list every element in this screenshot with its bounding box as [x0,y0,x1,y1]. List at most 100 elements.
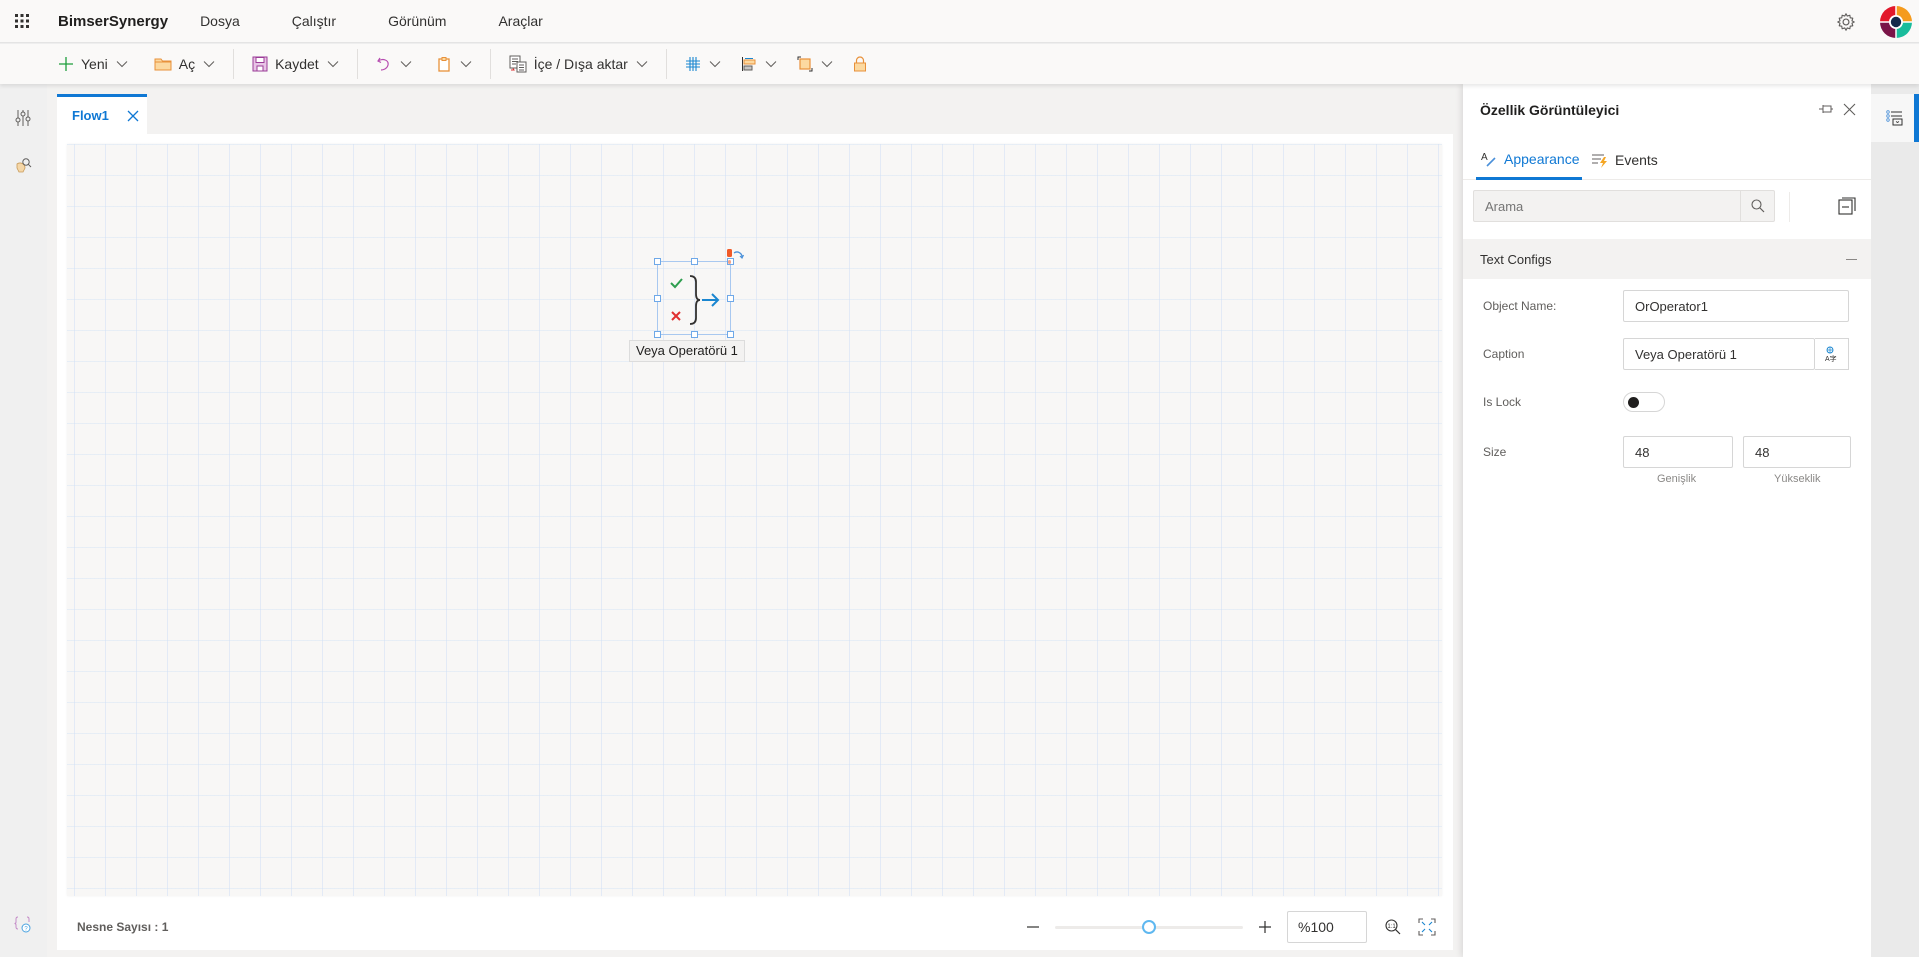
node-caption[interactable]: Veya Operatörü 1 [629,340,745,362]
panel-title: Özellik Görüntüleyici [1480,102,1620,118]
or-operator-node[interactable] [654,258,734,338]
tab-events-label: Events [1615,152,1658,168]
appearance-icon: A [1481,152,1496,167]
height-sublabel: Yükseklik [1774,473,1821,485]
or-operator-icon [670,275,720,325]
chevron-down-icon [203,61,215,68]
tab-flow1[interactable]: Flow1 [57,94,147,134]
resize-handle[interactable] [691,331,698,338]
chevron-down-icon [460,61,472,68]
flow-canvas[interactable]: Veya Operatörü 1 [67,144,1442,896]
resize-handle[interactable] [691,258,698,265]
plus-icon [59,57,73,71]
is-lock-toggle[interactable] [1623,392,1665,412]
rotate-handle-icon[interactable] [725,247,745,267]
save-button[interactable]: Kaydet [246,48,345,80]
resize-handle[interactable] [654,258,661,265]
resize-handle[interactable] [727,331,734,338]
translate-button[interactable]: A字 [1815,338,1849,370]
zoom-level-input[interactable] [1287,911,1367,943]
undo-button[interactable] [370,48,418,80]
height-input[interactable] [1743,436,1851,468]
svg-text:A字: A字 [1825,354,1837,362]
collapse-icon[interactable] [1846,259,1857,260]
toggle-knob [1628,397,1639,408]
clipboard-button[interactable] [430,48,478,80]
pin-icon[interactable] [1818,101,1834,117]
new-label: Yeni [81,56,108,72]
variables-help-icon[interactable]: ? [13,914,33,934]
align-left-icon [741,57,756,71]
property-viewer-panel: Özellik Görüntüleyici A Appearance Event… [1463,84,1871,957]
zoom-slider-thumb[interactable] [1142,920,1156,934]
width-input[interactable] [1623,436,1733,468]
property-search-input[interactable] [1474,191,1738,221]
resize-handle[interactable] [654,295,661,302]
zoom-in-button[interactable] [1253,915,1277,939]
object-name-label: Object Name: [1483,299,1557,313]
chevron-down-icon [821,61,833,68]
import-export-label: İçe / Dışa aktar [533,56,628,72]
events-icon [1592,154,1607,168]
close-icon[interactable] [127,110,139,122]
zoom-slider[interactable] [1055,915,1243,939]
undo-icon [376,57,389,71]
right-rail [1871,84,1919,957]
lock-button[interactable] [847,48,873,80]
lock-icon [853,56,866,72]
lightbulb-search-icon[interactable] [13,156,33,176]
collapse-all-icon[interactable] [1838,197,1856,215]
plus-icon [1259,921,1271,933]
object-name-input[interactable] [1623,290,1849,322]
fit-to-screen-button[interactable] [1415,915,1439,939]
caption-input[interactable] [1623,338,1815,370]
menu-calistir[interactable]: Çalıştır [292,13,336,29]
zoom-out-button[interactable] [1021,915,1045,939]
main-toolbar: Yeni Aç Kaydet İçe / Dışa aktar [0,44,1919,84]
tab-appearance[interactable]: A Appearance [1476,140,1582,180]
object-count: Nesne Sayısı : 1 [77,920,169,934]
document-tabs: Flow1 [57,94,1453,134]
is-lock-label: Is Lock [1483,395,1522,409]
open-button[interactable]: Aç [148,48,221,80]
menu-araclar[interactable]: Araçlar [498,13,542,29]
tab-events[interactable]: Events [1591,140,1658,180]
menu-gorunum[interactable]: Görünüm [388,13,446,29]
import-export-button[interactable]: İçe / Dışa aktar [503,48,654,80]
settings-gear-icon[interactable] [1835,11,1857,33]
menu-dosya[interactable]: Dosya [200,13,240,29]
user-avatar[interactable] [1879,5,1913,39]
app-launcher-button[interactable] [0,0,44,43]
resize-handle[interactable] [654,331,661,338]
chevron-down-icon [400,61,412,68]
text-configs-section-header[interactable]: Text Configs [1463,239,1871,279]
svg-text:1:1: 1:1 [1387,924,1396,930]
grid-button[interactable] [679,48,727,80]
actual-size-button[interactable]: 1:1 [1381,915,1405,939]
minus-icon [1027,926,1039,928]
property-viewer-toggle[interactable] [1871,94,1919,142]
designer-workspace: Flow1 Veya Operatörü 1 Nesne Sayısı: 1 … [47,84,1463,957]
left-rail: ? [0,84,47,957]
tab-label: Flow1 [72,108,109,123]
resize-handle[interactable] [727,295,734,302]
waffle-icon [15,14,29,28]
search-icon [1750,199,1764,213]
size-row: Size Genişlik Yükseklik [1463,436,1871,492]
clipboard-icon [438,57,450,72]
close-icon[interactable] [1843,103,1856,116]
new-button[interactable]: Yeni [52,48,134,80]
import-export-icon [509,55,527,73]
translate-icon: A字 [1825,346,1837,362]
divider [1789,192,1790,222]
arrange-button[interactable] [791,48,839,80]
property-list-icon [1886,110,1903,126]
zoom-controls: 1:1 [1021,904,1453,950]
tools-icon[interactable] [13,108,33,128]
align-button[interactable] [735,48,783,80]
search-button[interactable] [1740,191,1774,221]
app-name: BimserSynergy [58,12,169,30]
chevron-down-icon [327,61,339,68]
status-bar: Nesne Sayısı : 1 1:1 [57,904,1453,950]
section-title: Text Configs [1480,251,1552,267]
